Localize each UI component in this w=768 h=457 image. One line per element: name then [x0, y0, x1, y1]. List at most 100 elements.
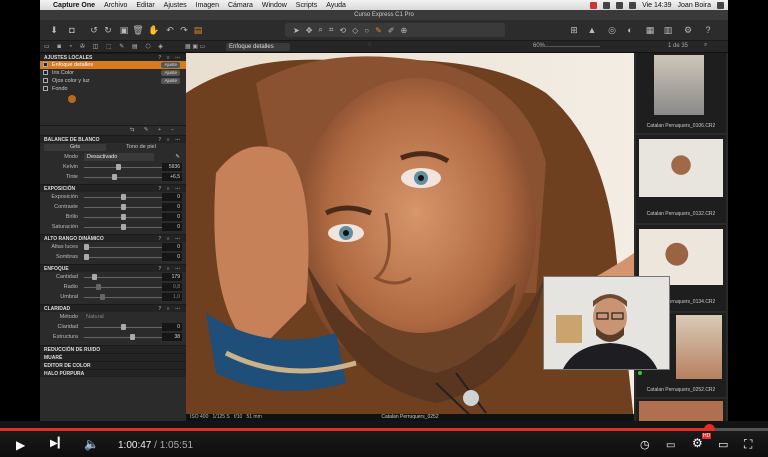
slider-value[interactable]: 0	[162, 213, 182, 221]
menu-editar[interactable]: Editar	[136, 2, 154, 9]
checkbox[interactable]	[43, 70, 48, 75]
spot-tool-icon[interactable]: ○	[364, 26, 369, 35]
rotate-tool-icon[interactable]: ⟲	[339, 26, 346, 35]
slider-knob[interactable]	[130, 334, 135, 340]
slider-knob[interactable]	[121, 194, 126, 200]
layer-item[interactable]: Enfoque detalles Ajuste	[40, 61, 186, 69]
slider-value[interactable]: 0	[162, 203, 182, 211]
noise-reduction-header[interactable]: REDUCCIÓN DE RUIDO	[40, 345, 186, 353]
checkbox[interactable]	[43, 62, 48, 67]
slider-track[interactable]	[84, 256, 164, 258]
slider-value[interactable]: 1,0	[162, 293, 182, 301]
slider-track[interactable]	[84, 336, 164, 338]
captions-icon[interactable]: ▭	[666, 440, 675, 451]
delete-icon[interactable]: 🗑	[132, 24, 144, 36]
layer-item[interactable]: Ojos color y luz Ajuste	[40, 77, 186, 85]
slider-value[interactable]: 0	[162, 223, 182, 231]
tool-tab-icons[interactable]: ▭ ◙ ◔ ✇ ◫ ⬚ ✎ ▤ ⬡ ◈	[44, 43, 166, 50]
slider-track[interactable]	[84, 166, 164, 168]
filmstrip-thumb[interactable]: Catalan Perruquers_0132.CR2	[636, 135, 726, 223]
eyedropper-icon[interactable]: ✎	[175, 152, 180, 162]
wb-mode-select[interactable]: Desactivado	[84, 153, 154, 161]
status-icon[interactable]	[603, 1, 611, 9]
slider-track[interactable]	[84, 296, 164, 298]
hdr-header[interactable]: ALTO RANGO DINÁMICO? ≡ ⋯	[40, 234, 186, 242]
menubar-clock[interactable]: Vie 14:39	[642, 2, 671, 9]
settings-icon[interactable]: ⚙	[682, 24, 694, 36]
slider-knob[interactable]	[92, 274, 97, 280]
import-icon[interactable]: ⬇	[48, 24, 60, 36]
purple-fringe-header[interactable]: HALO PÚRPURA	[40, 369, 186, 377]
keystone-tool-icon[interactable]: ◇	[352, 26, 358, 35]
pointer-tool-icon[interactable]: ➤	[293, 26, 300, 35]
menu-archivo[interactable]: Archivo	[104, 2, 127, 9]
picker-tool-icon[interactable]: ✐	[388, 26, 395, 35]
exposure-header[interactable]: EXPOSICIÓN? ≡ ⋯	[40, 184, 186, 192]
slider-value[interactable]: 5936	[162, 163, 182, 171]
filmstrip-thumb[interactable]: Catalan Perruquers_0106.CR2	[636, 53, 726, 133]
workspace-icon[interactable]: ▥	[662, 24, 674, 36]
slider-knob[interactable]	[121, 224, 126, 230]
menu-scripts[interactable]: Scripts	[296, 2, 317, 9]
layer-item[interactable]: Fondo	[40, 85, 186, 93]
color-editor-header[interactable]: EDITOR DE COLOR	[40, 361, 186, 369]
theater-mode-icon[interactable]: ▭	[718, 438, 728, 451]
slider-knob[interactable]	[96, 284, 101, 290]
slider-value[interactable]: +6,5	[162, 173, 182, 181]
menu-ayuda[interactable]: Ayuda	[326, 2, 346, 9]
slider-knob[interactable]	[121, 324, 126, 330]
menu-ajustes[interactable]: Ajustes	[164, 2, 187, 9]
tool-select-dropdown[interactable]: Enfoque detalles	[226, 43, 290, 51]
menu-app-name[interactable]: Capture One	[53, 2, 95, 9]
slider-value[interactable]: 0	[162, 253, 182, 261]
fullscreen-icon[interactable]: ⛶	[744, 437, 752, 452]
status-icon-red[interactable]	[590, 1, 598, 9]
camera-icon[interactable]: ◘	[66, 24, 78, 36]
slider-knob[interactable]	[121, 204, 126, 210]
filmstrip-thumb[interactable]	[636, 399, 726, 421]
slider-knob[interactable]	[84, 244, 89, 250]
menubar-user[interactable]: Joan Boira	[678, 2, 711, 9]
layer-item[interactable]: Iris Color Ajuste	[40, 69, 186, 77]
undo-icon[interactable]: ↶	[164, 24, 176, 36]
copy-icon[interactable]: ▣	[118, 24, 130, 36]
search-icon[interactable]: ⌕	[704, 42, 707, 49]
redo-icon[interactable]: ↷	[178, 24, 190, 36]
grid-icon[interactable]: ⊞	[568, 24, 580, 36]
play-icon[interactable]: ▶	[16, 438, 25, 452]
help-icon[interactable]: ?	[702, 24, 714, 36]
volume-icon[interactable]: 🔈	[84, 437, 99, 451]
slider-value[interactable]: 38	[162, 333, 182, 341]
process-icon[interactable]: ▤	[192, 24, 204, 36]
slider-value[interactable]: 0,8	[162, 283, 182, 291]
zoom-tool-icon[interactable]: ⌕	[318, 25, 322, 35]
spotlight-icon[interactable]	[717, 1, 724, 9]
local-adjustments-header[interactable]: AJUSTES LOCALES? ≡ ⋯	[40, 53, 186, 61]
battery-icon[interactable]	[629, 1, 637, 9]
slider-knob[interactable]	[112, 174, 117, 180]
rotate-left-icon[interactable]: ↺	[88, 24, 100, 36]
slider-value[interactable]: 0	[162, 323, 182, 331]
layout-icon[interactable]: ▦	[644, 24, 656, 36]
zoom-slider[interactable]	[540, 46, 600, 47]
slider-knob[interactable]	[116, 164, 121, 170]
before-after-icon[interactable]: ◐	[624, 24, 636, 36]
layer-tool-icons[interactable]: ⇆ ✎ + −	[130, 127, 178, 133]
slider-value[interactable]: 0	[162, 243, 182, 251]
menu-window[interactable]: Window	[262, 2, 287, 9]
clarity-header[interactable]: CLARIDAD? ≡ ⋯	[40, 304, 186, 312]
hand-icon[interactable]: ✋	[148, 24, 160, 36]
slider-value[interactable]: 179	[162, 273, 182, 281]
checkbox[interactable]	[43, 86, 48, 91]
tab-gris[interactable]: Gris	[44, 144, 106, 151]
menu-imagen[interactable]: Imagen	[196, 2, 219, 9]
view-mode-icons[interactable]: ▦ ▣ ▭	[185, 43, 205, 50]
watch-later-icon[interactable]: ◷	[640, 438, 650, 451]
moire-header[interactable]: MUARÉ	[40, 353, 186, 361]
rotate-right-icon[interactable]: ↻	[102, 24, 114, 36]
checkbox[interactable]	[43, 78, 48, 83]
slider-knob[interactable]	[84, 254, 89, 260]
brush-tool-icon[interactable]: ✎	[375, 26, 382, 35]
slider-track[interactable]	[84, 246, 164, 248]
next-icon[interactable]: ▶▎	[50, 438, 65, 449]
